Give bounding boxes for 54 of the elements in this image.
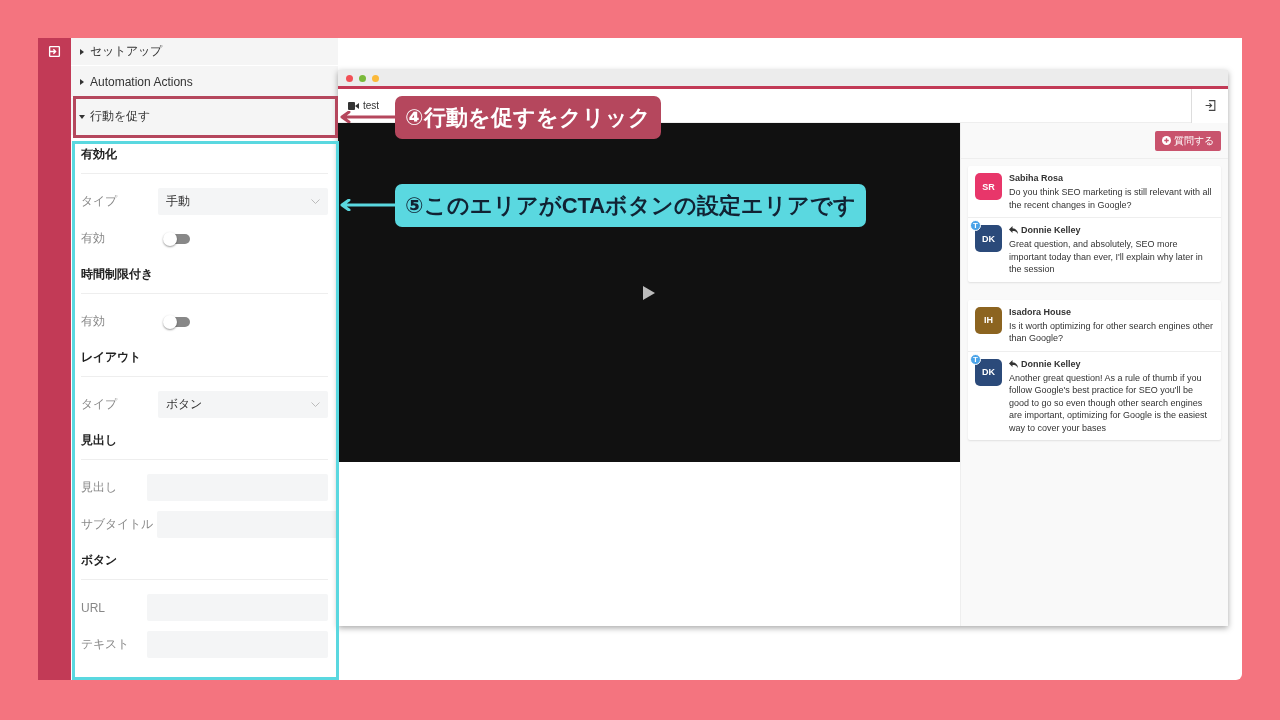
close-icon[interactable] (346, 74, 353, 82)
section-heading: 有効化 (81, 142, 328, 174)
toggle-switch[interactable] (164, 316, 190, 327)
callout-arrow (340, 199, 396, 211)
avatar: IH (975, 306, 1002, 334)
section-header[interactable]: 行動を促す (71, 98, 338, 136)
caret-right-icon (79, 48, 85, 55)
maximize-icon[interactable] (359, 74, 366, 82)
section-heading: 時間制限付き (81, 262, 328, 294)
field-label: タイプ (81, 396, 119, 413)
author-name: Isadora House (1009, 306, 1073, 317)
select-field[interactable]: ボタン (158, 391, 328, 418)
field-label: サブタイトル (81, 516, 153, 533)
exit-button[interactable] (1191, 88, 1228, 123)
caret-down-icon (79, 113, 85, 120)
section-heading: ボタン (81, 548, 328, 580)
field-label: タイプ (81, 193, 119, 210)
plus-icon (1162, 136, 1171, 145)
chevron-down-icon (311, 402, 320, 407)
input-field[interactable] (157, 511, 338, 538)
ask-question-button[interactable]: 質問する (1155, 130, 1221, 151)
callout-label: ⑤このエリアがCTAボタンの設定エリアです (395, 184, 867, 227)
field-label: 見出し (81, 479, 118, 496)
avatar: SR (975, 173, 1002, 200)
author-name: Donnie Kelley (1021, 358, 1081, 369)
question-text: Do you think SEO marketing is still relevant with all the recent changes in Google? (1009, 186, 1213, 211)
play-icon[interactable] (642, 284, 656, 301)
field-label: 有効 (81, 230, 106, 247)
section-heading: レイアウト (81, 345, 328, 377)
exit-icon[interactable] (48, 45, 61, 58)
video-camera-icon (348, 101, 359, 110)
section-header[interactable]: Automation Actions (71, 66, 338, 98)
question-text: Is it worth optimizing for other search engines other than Google? (1009, 319, 1214, 345)
caret-right-icon (79, 78, 85, 85)
reply-icon (1009, 226, 1018, 234)
select-field[interactable]: 手動 (158, 188, 328, 215)
section-header[interactable]: セットアップ (71, 38, 338, 66)
field-label: 有効 (81, 313, 106, 330)
host-badge: T (970, 220, 981, 231)
chevron-down-icon (311, 199, 320, 204)
reply-icon (1009, 359, 1018, 368)
field-label: URL (81, 600, 106, 615)
author-name: Sabiha Rosa (1009, 173, 1065, 183)
host-badge: T (970, 353, 981, 365)
answer-text: Another great question! As a rule of thumb if you follow Google's best practice for SEO you'll be good to go so even though other search engines are important, optimizing for Google is the easiest way to cover your bases (1009, 371, 1209, 434)
exit-icon (1203, 99, 1217, 112)
author-name: Donnie Kelley (1021, 225, 1081, 235)
toggle-switch[interactable] (164, 233, 190, 244)
callout-label: ④行動を促すをクリック (395, 96, 661, 139)
section-heading: 見出し (81, 428, 328, 460)
field-label: テキスト (81, 636, 130, 653)
answer-text: Great question, and absolutely, SEO more important today than ever, I'll explain why later in the session (1009, 238, 1204, 276)
callout-arrow (340, 111, 396, 123)
room-title: test (363, 100, 380, 111)
